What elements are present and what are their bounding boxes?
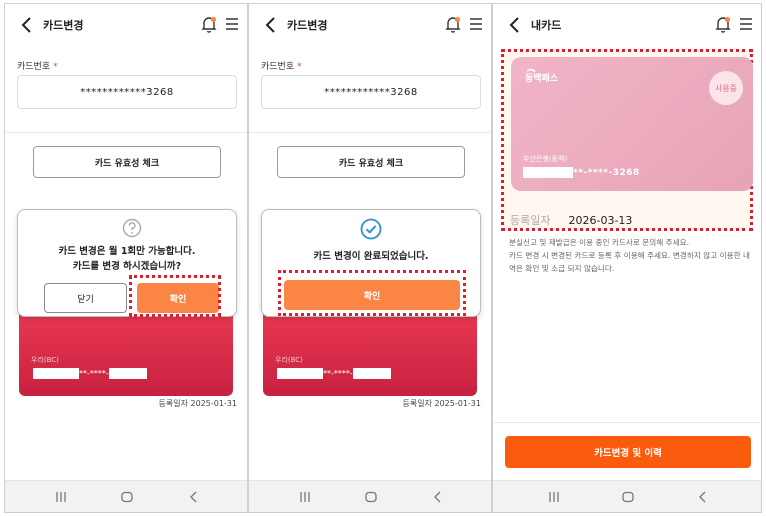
bell-icon[interactable]	[715, 16, 731, 33]
registration-date: 등록일자 2025-01-31	[158, 399, 237, 408]
divider	[5, 132, 247, 133]
page-title: 카드변경	[43, 19, 84, 32]
card-number-field[interactable]: ************3268	[261, 75, 481, 109]
close-button[interactable]: 닫기	[44, 283, 127, 313]
card-number-label: 카드번호 *	[261, 62, 302, 72]
svg-text:동백패스: 동백패스	[525, 72, 559, 84]
dialog-message-line1: 카드 변경은 월 1회만 가능합니다.	[58, 246, 196, 257]
highlight-box	[278, 270, 466, 316]
in-use-badge: 사용중	[709, 71, 743, 105]
menu-icon[interactable]	[739, 17, 753, 31]
card-number-masked: **-****-	[277, 368, 391, 379]
card-bank-name: 부산은행(동백)	[523, 155, 568, 163]
highlight-box	[129, 275, 221, 317]
system-nav-bar	[493, 480, 761, 512]
home-icon[interactable]	[120, 490, 134, 504]
menu-icon[interactable]	[225, 17, 239, 31]
nav-back-icon[interactable]	[431, 490, 445, 504]
header: 카드변경	[249, 4, 491, 46]
registration-date: 등록일자 2026-03-13	[510, 214, 633, 227]
card-bank-name: 우리(BC)	[275, 356, 303, 364]
recent-apps-icon[interactable]	[54, 490, 68, 504]
home-icon[interactable]	[364, 490, 378, 504]
card-validity-check-button[interactable]: 카드 유효성 체크	[277, 146, 465, 178]
card-number-masked: **-****-3268	[523, 167, 640, 178]
recent-apps-icon[interactable]	[547, 490, 561, 504]
page-title: 카드변경	[287, 19, 328, 32]
notice-text: 분실신고 및 재발급은 이용 중인 카드사로 문의해 주세요. 카드 변경 시 …	[509, 238, 750, 273]
phone-screen-my-card: 내카드 동백패스 사용중 부산은행(동백) **-****-3268 등록일자 2…	[492, 3, 762, 513]
back-arrow-icon[interactable]	[17, 15, 37, 35]
header: 내카드	[493, 4, 761, 46]
phone-screen-card-change-complete: 카드변경 카드번호 * ************3268 카드 유효성 체크 우리…	[248, 3, 492, 513]
header: 카드변경	[5, 4, 247, 46]
card-bank-name: 우리(BC)	[31, 356, 59, 364]
page-title: 내카드	[531, 19, 562, 32]
my-card[interactable]: 동백패스 사용중 부산은행(동백) **-****-3268	[511, 57, 753, 191]
recent-apps-icon[interactable]	[298, 490, 312, 504]
card-number-label: 카드번호 *	[17, 62, 58, 72]
phone-screen-card-change-confirm: 카드변경 카드번호 * ************3268 카드 유효성 체크 우리…	[4, 3, 248, 513]
nav-back-icon[interactable]	[187, 490, 201, 504]
card-validity-check-button[interactable]: 카드 유효성 체크	[33, 146, 221, 178]
menu-icon[interactable]	[469, 17, 483, 31]
card-change-history-button[interactable]: 카드변경 및 이력	[505, 436, 751, 468]
registration-date: 등록일자 2025-01-31	[402, 399, 481, 408]
screenshot-composite: 카드변경 카드번호 * ************3268 카드 유효성 체크 우리…	[4, 3, 762, 513]
registered-card: 우리(BC) **-****-	[263, 304, 477, 396]
dongbaek-pass-logo: 동백패스	[525, 68, 559, 84]
registered-card: 우리(BC) **-****-	[19, 304, 233, 396]
bell-icon[interactable]	[201, 16, 217, 33]
dialog-message: 카드 변경이 완료되었습니다.	[313, 251, 429, 262]
question-icon	[122, 218, 142, 238]
bell-icon[interactable]	[445, 16, 461, 33]
card-number-field[interactable]: ************3268	[17, 75, 237, 109]
back-arrow-icon[interactable]	[505, 15, 525, 35]
back-arrow-icon[interactable]	[261, 15, 281, 35]
divider	[493, 422, 761, 423]
nav-back-icon[interactable]	[696, 490, 710, 504]
system-nav-bar	[5, 480, 247, 512]
card-number-masked: **-****-	[33, 368, 147, 379]
check-circle-icon	[360, 218, 382, 240]
system-nav-bar	[249, 480, 491, 512]
divider	[249, 132, 491, 133]
dialog-message-line2: 카드를 변경 하시겠습니까?	[72, 261, 182, 272]
home-icon[interactable]	[621, 490, 635, 504]
